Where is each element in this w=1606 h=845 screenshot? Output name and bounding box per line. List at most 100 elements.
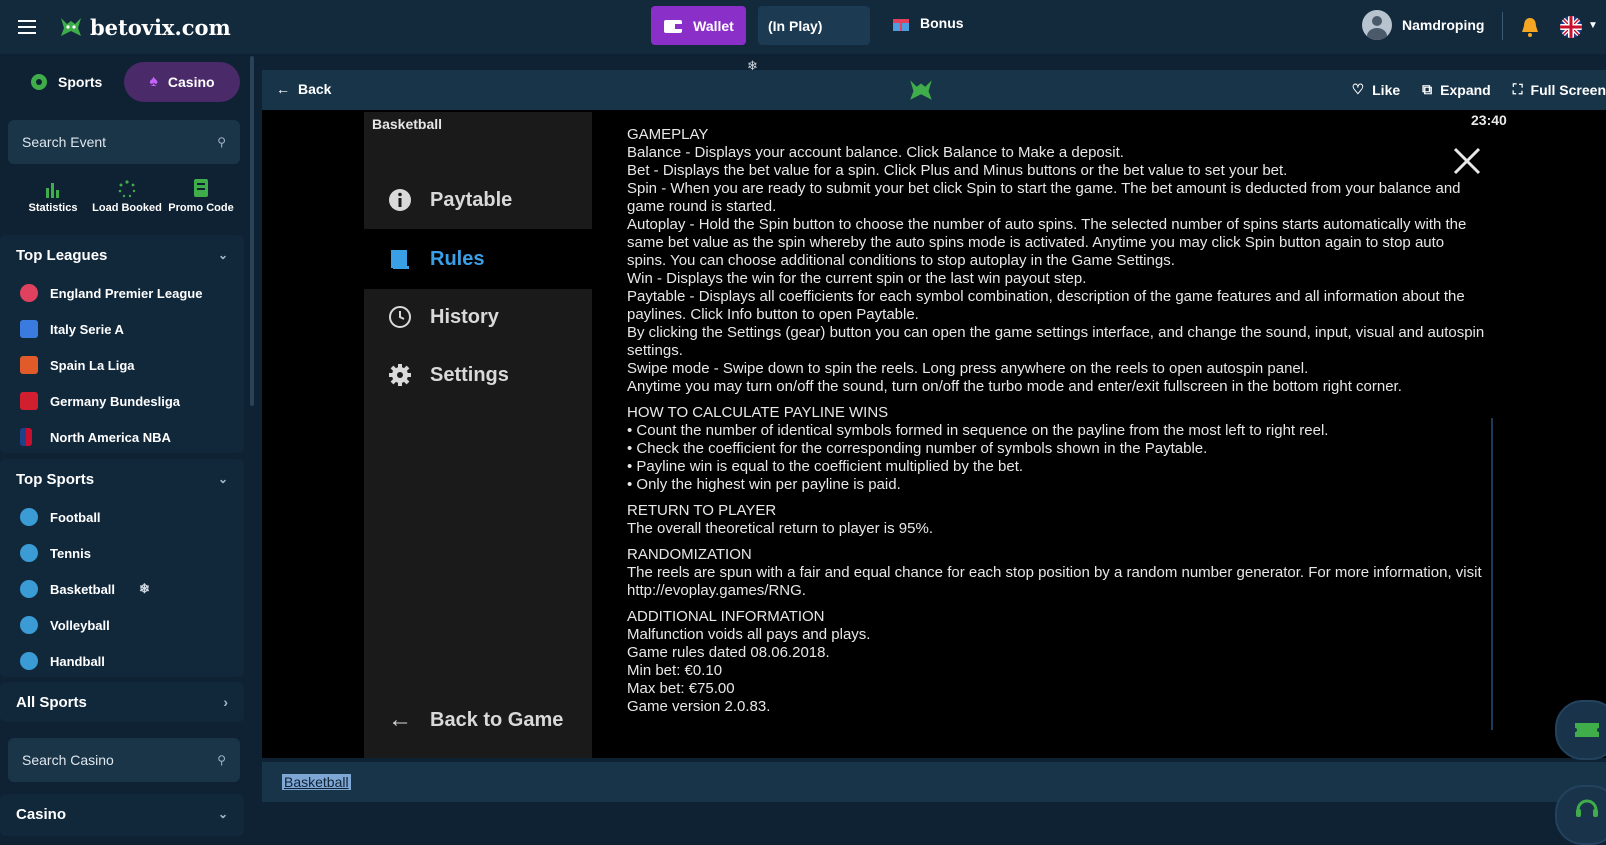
in-play-label: (In Play) [768,17,823,34]
league-label: England Premier League [50,285,203,301]
league-item[interactable]: England Premier League [0,275,244,311]
top-sports-title: Top Sports [16,470,95,488]
sport-item[interactable]: Football [0,499,244,535]
heart-icon: ♡ [1351,81,1365,97]
logo-mark-icon [61,18,81,36]
promo-code-label: Promo Code [168,202,234,214]
league-item[interactable]: Germany Bundesliga [0,383,244,419]
game-actions: ♡ Like ⧉ Expand ⛶ Full Screen [1352,81,1606,98]
league-label: Spain La Liga [50,357,135,373]
rtp-title: RETURN TO PLAYER [627,502,777,519]
league-item[interactable]: North America NBA [0,419,244,455]
sport-label: Basketball [50,581,116,597]
promo-code-link[interactable]: Promo Code [166,176,236,214]
in-play-balance[interactable]: (In Play) [758,6,870,45]
site-logo[interactable]: betovix.com [58,12,231,42]
avatar [1362,10,1392,40]
support-float-button[interactable] [1555,785,1606,845]
back-button[interactable]: ← Back [276,81,331,97]
rules-line: Bet - Displays the bet value for a spin.… [627,162,1288,179]
league-item[interactable]: Italy Serie A [0,311,244,347]
payline-line: • Count the number of identical symbols … [627,422,1329,439]
wallet-icon [664,19,683,33]
randomization-text: The reels are spun with a fair and equal… [627,564,1482,599]
additional-title: ADDITIONAL INFORMATION [627,608,825,625]
language-flag-icon[interactable] [1560,16,1582,38]
arrow-left-icon: ← [276,81,290,97]
league-item[interactable]: Spain La Liga [0,347,244,383]
menu-paytable-label: Paytable [430,188,513,211]
casino-title: Casino [16,805,67,823]
premier-league-icon [20,284,38,302]
expand-button[interactable]: ⧉ Expand [1422,81,1491,98]
fullscreen-label: Full Screen [1530,81,1606,98]
history-icon [389,306,411,328]
game-name-label[interactable]: Basketball [282,774,351,790]
bell-icon[interactable] [1520,16,1540,38]
search-event-placeholder: Search Event [22,134,107,150]
menu-rules[interactable]: Rules [364,229,592,289]
league-label: Italy Serie A [50,321,124,337]
game-frame[interactable]: Basketball Paytable Rules History Settin… [262,110,1606,758]
top-leagues-header[interactable]: Top Leagues ⌄ [0,235,244,275]
gift-icon [893,19,909,31]
sport-item[interactable]: Tennis [0,535,244,571]
sport-item[interactable]: Basketball ❄ [0,571,244,607]
volleyball-icon [20,616,38,634]
rules-line: Anytime you may turn on/off the sound, t… [627,378,1402,395]
statistics-label: Statistics [28,202,78,214]
fullscreen-icon: ⛶ [1512,81,1523,97]
bonus-label: Bonus [920,15,964,31]
logo-text: betovix.com [90,14,231,40]
casino-section[interactable]: Casino ⌄ [0,794,244,836]
back-to-game-button[interactable]: ← Back to Game [364,690,592,750]
search-event-input[interactable]: Search Event ⚲ [8,120,240,164]
menu-history[interactable]: History [364,287,592,347]
headset-icon [1576,799,1598,817]
load-booked-link[interactable]: Load Booked [92,176,162,214]
chevron-down-icon: ⌄ [217,807,228,821]
menu-settings[interactable]: Settings [364,345,592,405]
spade-icon: ♠ [149,73,158,90]
search-casino-placeholder: Search Casino [22,752,114,768]
rules-content: GAMEPLAY Balance - Displays your account… [627,126,1487,716]
sport-item[interactable]: Handball [0,643,244,679]
all-sports-title: All Sports [16,693,87,711]
payline-line: • Only the highest win per payline is pa… [627,476,901,493]
menu-paytable[interactable]: Paytable [364,170,592,230]
language-chevron-icon[interactable]: ▼ [1588,20,1598,31]
chevron-down-icon: ⌄ [217,248,228,262]
book-icon [391,250,409,269]
back-to-game-label: Back to Game [430,708,564,731]
user-profile[interactable]: Namdroping [1362,10,1484,40]
nba-icon [20,428,32,446]
all-sports-header[interactable]: All Sports › [0,682,244,722]
fullscreen-button[interactable]: ⛶ Full Screen [1513,81,1606,98]
all-sports-section[interactable]: All Sports › [0,682,244,722]
statistics-link[interactable]: Statistics [18,176,88,214]
top-sports-header[interactable]: Top Sports ⌄ [0,459,244,499]
sport-label: Tennis [50,545,91,561]
betslip-float-button[interactable] [1555,700,1606,760]
sidebar: Sports ♠ Casino Search Event ⚲ Statistic… [0,54,250,836]
sport-item[interactable]: Volleyball [0,607,244,643]
loader-icon [118,180,136,198]
search-icon: ⚲ [217,135,226,149]
logo-mark-icon [910,80,932,100]
game-header: ← Back ♡ Like ⧉ Expand ⛶ Full Screen [262,70,1606,110]
like-button[interactable]: ♡ Like [1352,81,1401,98]
menu-icon[interactable] [18,16,36,36]
search-casino-input[interactable]: Search Casino ⚲ [8,738,240,782]
casino-header[interactable]: Casino ⌄ [0,794,244,834]
tab-sports[interactable]: Sports [8,62,118,102]
wallet-button[interactable]: Wallet [651,6,746,45]
like-label: Like [1372,81,1401,98]
tab-casino[interactable]: ♠ Casino [124,62,240,102]
rules-scrollbar[interactable] [1491,418,1493,730]
handball-icon [20,652,38,670]
rtp-text: The overall theoretical return to player… [627,520,933,537]
bar-chart-icon [46,183,59,198]
sidebar-scrollbar[interactable] [250,56,254,406]
bundesliga-icon [20,392,38,410]
bonus-button[interactable]: Bonus [892,14,964,32]
